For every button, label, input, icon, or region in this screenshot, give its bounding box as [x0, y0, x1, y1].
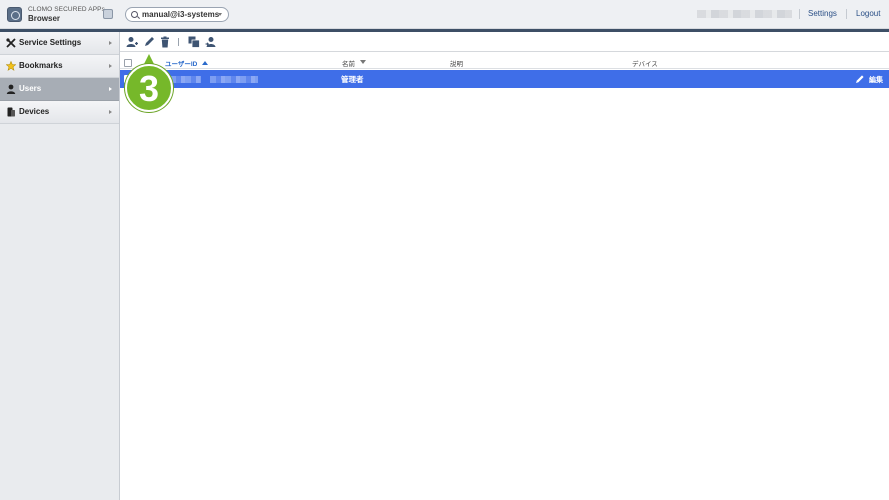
sidebar-item-label: Service Settings	[19, 38, 82, 47]
header-divider	[846, 9, 847, 19]
app-title: CLOMO SECURED APPs	[28, 6, 105, 13]
settings-link[interactable]: Settings	[808, 9, 837, 18]
table-header: ユーザーID 名前 説明 デバイス	[120, 56, 889, 69]
copy-icon[interactable]	[188, 36, 200, 48]
sidebar-item-users[interactable]: Users	[0, 78, 119, 101]
app-subtitle: Browser	[28, 14, 61, 23]
sidebar-item-label: Bookmarks	[19, 61, 63, 70]
account-label: manual@i3-systems	[142, 10, 220, 19]
edit-icon[interactable]	[855, 74, 865, 84]
sidebar-item-bookmarks[interactable]: Bookmarks	[0, 55, 119, 78]
row-name: 管理者	[341, 75, 364, 84]
search-icon	[131, 11, 138, 18]
step-number: 3	[138, 68, 160, 109]
app-logo-icon	[7, 7, 22, 22]
account-selector[interactable]: manual@i3-systems	[125, 7, 229, 22]
column-header-name[interactable]: 名前	[342, 58, 355, 68]
top-bar: CLOMO SECURED APPs Browser manual@i3-sys…	[0, 0, 889, 29]
edit-icon[interactable]	[143, 36, 155, 48]
logout-link[interactable]: Logout	[856, 9, 880, 18]
user-id-redacted	[170, 76, 201, 83]
collapse-sidebar-button[interactable]	[103, 9, 113, 19]
select-all-checkbox[interactable]	[124, 59, 132, 67]
table-row[interactable]: 管理者 編集	[120, 70, 889, 88]
import-user-icon[interactable]	[205, 36, 217, 48]
chevron-down-icon	[218, 13, 222, 16]
user-icon	[6, 84, 16, 94]
sidebar-item-label: Users	[19, 84, 42, 93]
column-header-device[interactable]: デバイス	[632, 58, 658, 68]
row-edit-link[interactable]: 編集	[869, 75, 883, 85]
column-header-description[interactable]: 説明	[450, 58, 463, 68]
tools-icon	[6, 38, 16, 48]
sidebar-item-label: Devices	[19, 107, 50, 116]
chevron-right-icon	[109, 87, 112, 91]
sidebar: Service Settings Bookmarks Users Devices	[0, 32, 120, 500]
step-badge: 3	[125, 64, 173, 112]
delete-icon[interactable]	[159, 36, 171, 48]
devices-icon	[6, 107, 16, 117]
add-user-icon[interactable]	[126, 36, 138, 48]
sort-ascending-icon	[202, 61, 208, 65]
user-id-redacted	[210, 76, 258, 83]
toolbar	[120, 32, 889, 52]
sidebar-item-service-settings[interactable]: Service Settings	[0, 32, 119, 55]
chevron-right-icon	[109, 64, 112, 68]
sidebar-item-devices[interactable]: Devices	[0, 101, 119, 124]
chevron-right-icon	[109, 110, 112, 114]
star-icon	[5, 60, 17, 71]
column-header-user-id[interactable]: ユーザーID	[165, 58, 197, 68]
chevron-right-icon	[109, 41, 112, 45]
toolbar-divider	[178, 38, 179, 46]
header-divider	[799, 9, 800, 19]
user-name-redacted	[697, 10, 792, 18]
sort-descending-icon	[360, 60, 366, 64]
